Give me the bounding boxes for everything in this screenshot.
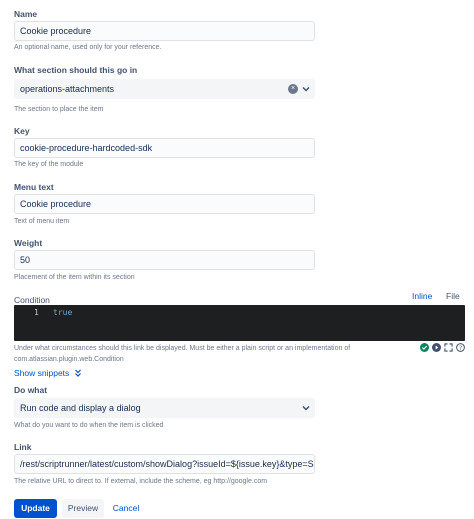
- do-what-select-value: Run code and display a dialog: [20, 403, 141, 413]
- code-editor[interactable]: 1 true: [14, 305, 465, 341]
- key-label: Key: [14, 126, 30, 136]
- tab-inline[interactable]: Inline: [412, 291, 432, 301]
- condition-helper-line2: com.atlassian.plugin.web.Condition: [14, 356, 124, 363]
- do-what-select[interactable]: Run code and display a dialog: [14, 398, 315, 418]
- key-input[interactable]: cookie-procedure-hardcoded-sdk: [14, 138, 315, 158]
- code-line[interactable]: true: [53, 308, 72, 317]
- section-select-value: operations-attachments: [20, 84, 115, 94]
- tab-file[interactable]: File: [446, 291, 460, 301]
- chevron-down-icon[interactable]: [302, 85, 310, 93]
- double-chevron-down-icon: [74, 369, 81, 377]
- menu-text-input[interactable]: Cookie procedure: [14, 194, 315, 214]
- chevron-down-icon[interactable]: [302, 404, 310, 412]
- menu-text-helper: Text of menu item: [14, 218, 70, 225]
- section-select[interactable]: operations-attachments ×: [14, 79, 315, 99]
- svg-text:?: ?: [459, 346, 462, 352]
- update-button[interactable]: Update: [14, 499, 57, 518]
- link-helper: The relative URL to direct to. If extern…: [14, 478, 268, 485]
- key-helper: The key of the module: [14, 161, 84, 168]
- show-snippets-label: Show snippets: [14, 368, 70, 378]
- do-what-label: Do what: [14, 385, 48, 395]
- weight-helper: Placement of the item within its section: [14, 274, 135, 281]
- weight-input[interactable]: 50: [14, 250, 315, 270]
- condition-helper-line1: Under what circumstances should this lin…: [14, 345, 351, 352]
- line-number: 1: [34, 308, 39, 317]
- section-helper: The section to place the item: [14, 106, 104, 113]
- section-label: What section should this go in: [14, 65, 138, 75]
- name-label: Name: [14, 9, 38, 19]
- cancel-button[interactable]: Cancel: [109, 499, 143, 518]
- link-input[interactable]: /rest/scriptrunner/latest/custom/showDia…: [14, 454, 315, 474]
- check-circle-icon: [420, 343, 429, 352]
- run-icon[interactable]: [432, 343, 441, 352]
- do-what-helper: What do you want to do when the item is …: [14, 422, 164, 429]
- menu-text-label: Menu text: [14, 182, 54, 192]
- expand-icon[interactable]: [444, 343, 453, 352]
- help-icon[interactable]: ?: [456, 343, 465, 352]
- name-helper: An optional name, used only for your ref…: [14, 44, 162, 51]
- name-input[interactable]: Cookie procedure: [14, 21, 315, 41]
- condition-label: Condition: [14, 295, 50, 305]
- weight-label: Weight: [14, 238, 43, 248]
- link-label: Link: [14, 442, 32, 452]
- preview-button[interactable]: Preview: [62, 499, 104, 518]
- clear-icon[interactable]: ×: [288, 84, 298, 94]
- show-snippets-link[interactable]: Show snippets: [14, 368, 82, 378]
